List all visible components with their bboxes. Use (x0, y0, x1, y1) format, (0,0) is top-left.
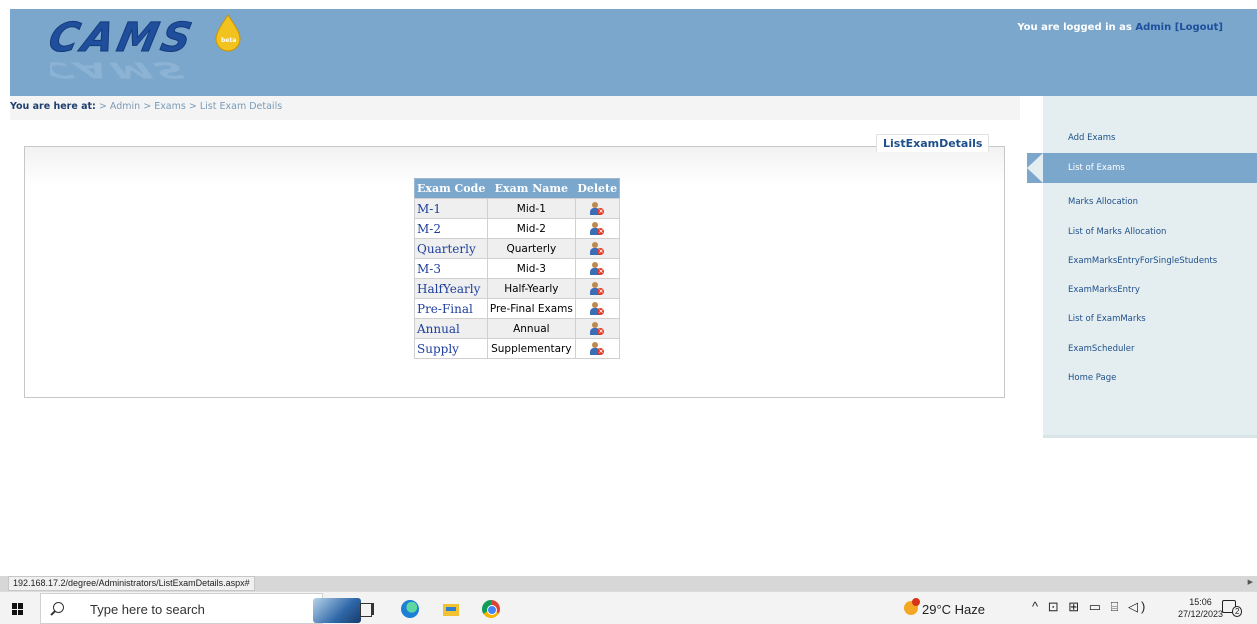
breadcrumb-label: You are here at: (10, 101, 96, 112)
sidebar: Add Exams List of Exams Marks Allocation… (1027, 96, 1257, 438)
table-header-row: Exam Code Exam Name Delete (414, 178, 620, 199)
clock-date: 27/12/2023 (1178, 609, 1224, 619)
sidebar-item-exam-scheduler[interactable]: ExamScheduler (1068, 344, 1134, 354)
clock[interactable]: 15:06 27/12/2023 (1178, 596, 1223, 620)
breadcrumb-separator: > (188, 101, 197, 112)
edge-browser-icon[interactable] (401, 600, 419, 618)
scroll-right-arrow-icon[interactable]: ▶ (1248, 578, 1253, 586)
weather-text[interactable]: 29°C Haze (922, 602, 985, 617)
sidebar-item-exam-marks-entry-single[interactable]: ExamMarksEntryForSingleStudents (1068, 256, 1217, 266)
table-row: M-1 Mid-1 × (414, 198, 621, 219)
exam-name-cell: Quarterly (486, 238, 576, 259)
panel-title: ListExamDetails (876, 134, 990, 152)
table-row: HalfYearly Half-Yearly × (414, 278, 621, 299)
svg-text:CAMS: CAMS (50, 57, 193, 82)
delete-user-icon[interactable]: × (590, 221, 605, 236)
table-row: M-3 Mid-3 × (414, 258, 621, 279)
exam-code-link[interactable]: HalfYearly (414, 278, 488, 299)
login-info: You are logged in as Admin [Logout] (1017, 22, 1223, 33)
exam-name-cell: Supplementary (486, 338, 576, 359)
sidebar-item-list-of-marks-allocation[interactable]: List of Marks Allocation (1068, 227, 1166, 237)
sidebar-item-label: List of Exams (1068, 163, 1125, 173)
delete-cell: × (574, 218, 621, 239)
exam-name-cell: Half-Yearly (486, 278, 576, 299)
column-header-exam-name: Exam Name (487, 178, 576, 199)
sidebar-item-home-page[interactable]: Home Page (1068, 373, 1116, 383)
clock-time: 15:06 (1189, 597, 1212, 607)
delete-cell: × (574, 198, 621, 219)
windows-start-icon[interactable] (12, 603, 24, 615)
delete-cell: × (574, 278, 621, 299)
exam-name-cell: Mid-1 (486, 198, 576, 219)
sidebar-item-list-of-exams[interactable]: List of Exams (1027, 153, 1257, 183)
table-row: Pre-Final Pre-Final Exams × (414, 298, 621, 319)
table-row: M-2 Mid-2 × (414, 218, 621, 239)
search-highlight-image (313, 598, 361, 623)
svg-text:beta: beta (221, 37, 236, 44)
delete-cell: × (574, 238, 621, 259)
file-explorer-icon[interactable] (442, 600, 460, 618)
exam-code-link[interactable]: Supply (414, 338, 488, 359)
breadcrumb-admin[interactable]: Admin (110, 101, 140, 112)
header-banner: CAMS CAMS beta You are logged in as Admi… (10, 9, 1257, 96)
delete-user-icon[interactable]: × (590, 201, 605, 216)
delete-cell: × (574, 338, 621, 359)
exam-code-link[interactable]: Pre-Final (414, 298, 488, 319)
system-tray-icons[interactable]: ^ ⊡ ⊞ ▭ ⌸ ◁) (1032, 599, 1148, 615)
task-view-icon[interactable] (358, 600, 376, 618)
exam-code-link[interactable]: M-3 (414, 258, 488, 279)
status-bar: 192.168.17.2/degree/Administrators/ListE… (0, 576, 1257, 591)
exam-code-link[interactable]: M-1 (414, 198, 488, 219)
exam-name-cell: Mid-3 (486, 258, 576, 279)
breadcrumb-exams[interactable]: Exams (154, 101, 186, 112)
table-row: Annual Annual × (414, 318, 621, 339)
delete-user-icon[interactable]: × (590, 301, 605, 316)
chrome-browser-icon[interactable] (482, 600, 500, 618)
column-header-delete: Delete (575, 178, 620, 199)
exam-name-cell: Annual (486, 318, 576, 339)
delete-user-icon[interactable]: × (590, 241, 605, 256)
delete-cell: × (574, 258, 621, 279)
sidebar-item-add-exams[interactable]: Add Exams (1068, 133, 1115, 143)
exam-table-body: M-1 Mid-1 × M-2 Mid-2 × Quarterly Quarterly × M-3… (414, 198, 621, 359)
delete-user-icon[interactable]: × (590, 281, 605, 296)
search-placeholder: Type here to search (90, 602, 205, 617)
taskbar-search[interactable]: Type here to search (40, 593, 361, 624)
exam-name-cell: Mid-2 (486, 218, 576, 239)
delete-user-icon[interactable]: × (590, 261, 605, 276)
cams-logo: CAMS CAMS beta (50, 13, 241, 83)
exam-code-link[interactable]: Annual (414, 318, 488, 339)
sidebar-item-list-of-exam-marks[interactable]: List of ExamMarks (1068, 314, 1146, 324)
logged-in-user: Admin (1135, 22, 1172, 33)
search-icon (53, 602, 64, 613)
breadcrumb-separator: > (98, 101, 107, 112)
delete-user-icon[interactable]: × (590, 341, 605, 356)
taskbar: Type here to search 29°C Haze ^ ⊡ ⊞ ▭ ⌸ … (0, 591, 1257, 624)
delete-user-icon[interactable]: × (590, 321, 605, 336)
sidebar-item-exam-marks-entry[interactable]: ExamMarksEntry (1068, 285, 1140, 295)
breadcrumb-separator: > (143, 101, 152, 112)
logout-link[interactable]: [Logout] (1175, 22, 1223, 33)
sidebar-item-marks-allocation[interactable]: Marks Allocation (1068, 197, 1138, 207)
exam-name-cell: Pre-Final Exams (486, 298, 576, 319)
exam-code-link[interactable]: M-2 (414, 218, 488, 239)
table-row: Quarterly Quarterly × (414, 238, 621, 259)
weather-icon[interactable] (904, 598, 920, 615)
notification-count-badge: 2 (1232, 606, 1243, 617)
exam-table: Exam Code Exam Name Delete M-1 Mid-1 × M-2 M… (414, 178, 621, 359)
delete-cell: × (574, 318, 621, 339)
table-row: Supply Supplementary × (414, 338, 621, 359)
login-prefix: You are logged in as (1017, 22, 1132, 33)
app-window: CAMS CAMS beta You are logged in as Admi… (0, 0, 1257, 624)
exam-code-link[interactable]: Quarterly (414, 238, 488, 259)
delete-cell: × (574, 298, 621, 319)
breadcrumb: You are here at: > Admin > Exams > List … (10, 96, 1020, 120)
column-header-exam-code: Exam Code (414, 178, 488, 199)
breadcrumb-current[interactable]: List Exam Details (200, 101, 282, 112)
svg-text:CAMS: CAMS (50, 13, 200, 60)
status-url: 192.168.17.2/degree/Administrators/ListE… (8, 576, 255, 591)
